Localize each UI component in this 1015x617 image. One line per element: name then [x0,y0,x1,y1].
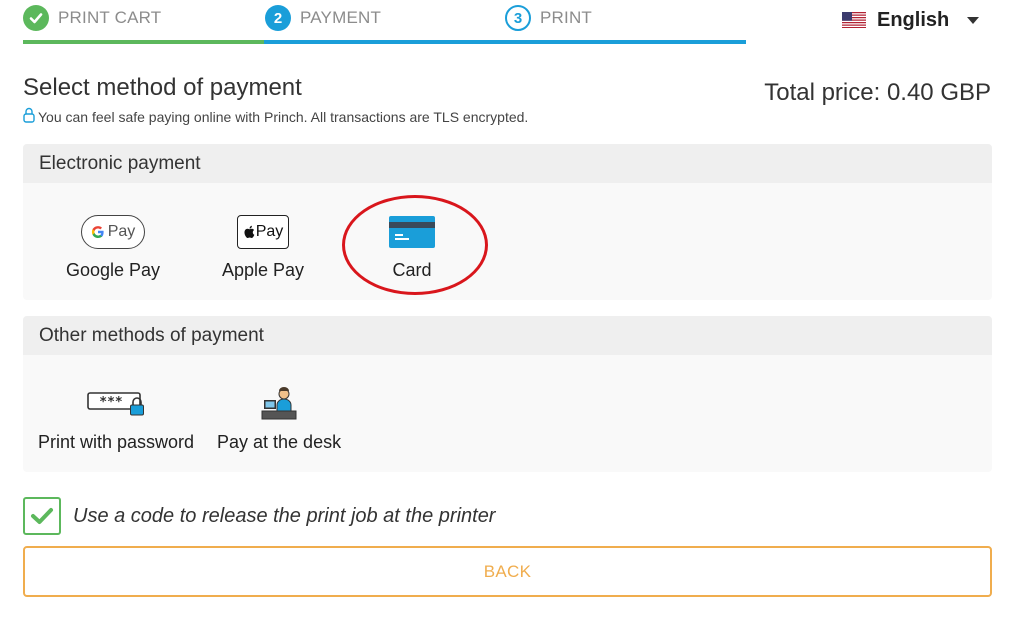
print-with-password-option[interactable]: *** Print with password [38,384,194,453]
option-label: Card [392,260,432,280]
us-flag-icon [842,12,866,28]
google-pay-badge-text: Pay [107,223,136,240]
release-code-label: Use a code to release the print job at t… [73,504,496,527]
option-label: Apple Pay [222,260,305,280]
apple-pay-option[interactable]: Pay Apple Pay [222,212,304,281]
panel-heading: Other methods of payment [23,316,992,355]
panel-heading: Electronic payment [23,144,992,183]
pay-at-desk-option[interactable]: Pay at the desk [217,384,341,453]
step-number: 2 [265,5,291,31]
page-title: Select method of payment [23,74,302,101]
option-label: Print with password [38,432,195,452]
progress-bar-completed [23,40,264,44]
electronic-payment-panel: Electronic payment Pay Google Pay Pay Ap… [23,144,992,300]
other-payment-panel: Other methods of payment *** Print with … [23,316,992,472]
security-note: You can feel safe paying online with Pri… [23,107,528,126]
language-selector[interactable]: English [842,8,980,32]
check-icon [23,5,49,31]
check-icon [31,508,53,524]
lock-icon [23,107,35,126]
total-price: Total price: 0.40 GBP [764,79,991,106]
google-pay-option[interactable]: Pay Google Pay [66,212,160,281]
step-label: PRINT [540,8,592,27]
google-pay-icon: Pay [81,212,146,252]
apple-pay-badge-text: Pay [255,223,284,240]
step-label: PAYMENT [300,8,382,27]
card-option[interactable]: Card [389,212,435,281]
password-lock-icon: *** [86,384,146,424]
option-label: Pay at the desk [217,432,342,452]
option-label: Google Pay [66,260,161,280]
step-print-cart[interactable]: PRINT CART [23,5,161,31]
chevron-down-icon [967,16,980,24]
step-number: 3 [505,5,531,31]
step-label: PRINT CART [58,8,162,27]
step-print: 3 PRINT [505,5,592,31]
language-label: English [877,8,950,31]
progress-bar-active [264,40,746,44]
back-button[interactable]: BACK [23,546,992,597]
release-code-checkbox[interactable] [23,497,61,535]
desk-clerk-icon [261,384,297,424]
password-mask-text: *** [99,395,123,410]
step-payment: 2 PAYMENT [265,5,381,31]
apple-pay-icon: Pay [237,212,290,252]
security-note-text: You can feel safe paying online with Pri… [38,108,529,125]
release-code-row: Use a code to release the print job at t… [23,497,495,535]
progress-stepper: PRINT CART 2 PAYMENT 3 PRINT [23,0,746,44]
card-icon [389,212,435,252]
